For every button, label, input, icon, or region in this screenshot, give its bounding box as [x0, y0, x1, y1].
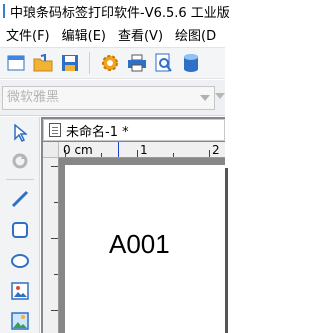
toolbar-separator	[89, 52, 90, 74]
ruler-mark-2: 2	[212, 143, 220, 157]
ruler-tick	[54, 274, 58, 275]
overflow-chevron-icon[interactable]	[215, 93, 225, 99]
image-icon[interactable]	[9, 280, 31, 302]
new-document-icon[interactable]	[5, 52, 27, 74]
font-family-select[interactable]: 微软雅黑	[2, 86, 215, 110]
ruler-unit-label: 0 cm	[63, 143, 93, 157]
horizontal-ruler[interactable]: 0 cm 1 2	[59, 142, 225, 158]
ruler-tick	[51, 310, 58, 311]
picture-icon[interactable]	[9, 310, 31, 332]
tools-separator	[6, 179, 34, 180]
ruler-tick	[54, 202, 58, 203]
ruler-tick	[65, 150, 66, 157]
ruler-tick	[173, 153, 174, 157]
save-icon[interactable]	[59, 52, 81, 74]
print-preview-icon[interactable]	[153, 52, 175, 74]
ruler-corner	[43, 142, 59, 158]
ruler-tick	[101, 153, 102, 157]
app-logo-icon	[3, 4, 5, 18]
ruler-tick	[137, 150, 138, 157]
print-icon[interactable]	[126, 52, 148, 74]
label-text-object[interactable]: A001	[109, 229, 170, 260]
tab-document[interactable]: 未命名-1 *	[43, 119, 225, 141]
rounded-rectangle-icon[interactable]	[9, 219, 31, 241]
font-family-value: 微软雅黑	[7, 90, 60, 105]
window-title: 中琅条码标签打印软件-V6.5.6 工业版	[10, 5, 230, 21]
open-folder-icon[interactable]	[32, 52, 54, 74]
main-toolbar	[0, 47, 225, 79]
ruler-mark-1: 1	[140, 143, 148, 157]
rotate-icon[interactable]	[9, 150, 31, 172]
ruler-tick	[51, 238, 58, 239]
document-area: 未命名-1 * 0 cm 1 2 A001	[41, 117, 225, 333]
menu-file[interactable]: 文件(F)	[6, 25, 50, 44]
drawing-tools-panel	[0, 117, 40, 333]
title-bar: 中琅条码标签打印软件-V6.5.6 工业版	[0, 0, 230, 22]
tab-label: 未命名-1 *	[66, 124, 129, 140]
ruler-cursor-marker	[118, 142, 119, 157]
font-bar: 微软雅黑	[0, 80, 225, 116]
menu-bar: 文件(F) 编辑(E) 查看(V) 绘图(D	[0, 22, 225, 46]
document-icon	[49, 123, 61, 137]
settings-gear-icon[interactable]	[99, 52, 121, 74]
ruler-tick	[209, 150, 210, 157]
line-icon[interactable]	[9, 188, 31, 210]
chevron-down-icon	[200, 95, 210, 101]
menu-view[interactable]: 查看(V)	[118, 25, 163, 44]
label-canvas[interactable]: A001	[65, 165, 225, 333]
database-icon[interactable]	[180, 52, 202, 74]
select-pointer-icon[interactable]	[9, 122, 31, 144]
vertical-ruler[interactable]	[43, 158, 59, 333]
ruler-tick	[51, 166, 58, 167]
ellipse-icon[interactable]	[9, 250, 31, 272]
menu-edit[interactable]: 编辑(E)	[62, 25, 106, 44]
menu-draw[interactable]: 绘图(D	[175, 25, 216, 44]
